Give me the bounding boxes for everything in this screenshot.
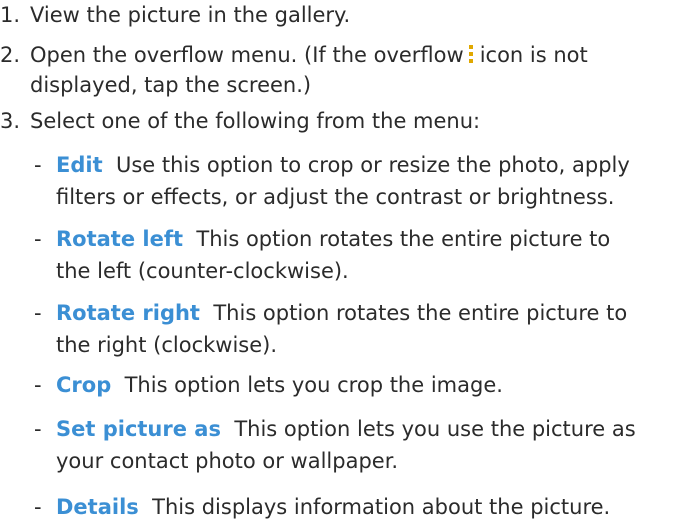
option-rotate-left-continuation: the left (counter-clockwise). <box>56 259 349 283</box>
option-description: This displays information about the pict… <box>152 495 611 519</box>
option-details: - Details This displays information about… <box>34 492 610 522</box>
step-2: 2. Open the overflow menu. (If the overfl… <box>0 40 588 70</box>
bullet-dash: - <box>34 153 42 177</box>
option-edit-continuation: filters or effects, or adjust the contra… <box>56 185 615 209</box>
bullet-dash: - <box>34 301 42 325</box>
step-number: 3. <box>0 109 21 133</box>
step-text-after-icon: icon is not <box>479 43 588 67</box>
step-text: Open the overflow menu. (If the overflow <box>30 43 464 67</box>
option-description: This option lets you crop the image. <box>124 373 503 397</box>
step-text: Select one of the following from the men… <box>30 109 481 133</box>
step-2-continuation: displayed, tap the screen.) <box>30 73 312 97</box>
option-edit: - Edit Use this option to crop or resize … <box>34 150 630 180</box>
bullet-dash: - <box>34 227 42 251</box>
option-keyword: Crop <box>56 373 112 397</box>
option-description: Use this option to crop or resize the ph… <box>115 153 630 177</box>
bullet-dash: - <box>34 417 42 441</box>
option-rotate-right: - Rotate right This option rotates the en… <box>34 298 627 328</box>
step-number: 2. <box>0 43 21 67</box>
step-text: View the picture in the gallery. <box>30 3 351 27</box>
step-number: 1. <box>0 3 21 27</box>
instructions-document: 1. View the picture in the gallery. 2. Ope… <box>0 0 678 527</box>
step-3: 3. Select one of the following from the m… <box>0 106 480 136</box>
option-set-picture-as: - Set picture as This option lets you use… <box>34 414 636 444</box>
option-keyword: Rotate right <box>56 301 200 325</box>
option-rotate-right-continuation: the right (clockwise). <box>56 333 278 357</box>
overflow-menu-icon <box>468 45 473 63</box>
option-set-picture-as-continuation: your contact photo or wallpaper. <box>56 449 399 473</box>
bullet-dash: - <box>34 373 42 397</box>
option-description: This option rotates the entire picture t… <box>213 301 628 325</box>
option-keyword: Rotate left <box>56 227 184 251</box>
option-keyword: Details <box>56 495 139 519</box>
bullet-dash: - <box>34 495 42 519</box>
option-rotate-left: - Rotate left This option rotates the ent… <box>34 224 610 254</box>
option-description: This option rotates the entire picture t… <box>196 227 611 251</box>
option-crop: - Crop This option lets you crop the imag… <box>34 370 503 400</box>
step-1: 1. View the picture in the gallery. <box>0 0 350 30</box>
option-keyword: Edit <box>56 153 103 177</box>
option-keyword: Set picture as <box>56 417 221 441</box>
option-description: This option lets you use the picture as <box>234 417 636 441</box>
